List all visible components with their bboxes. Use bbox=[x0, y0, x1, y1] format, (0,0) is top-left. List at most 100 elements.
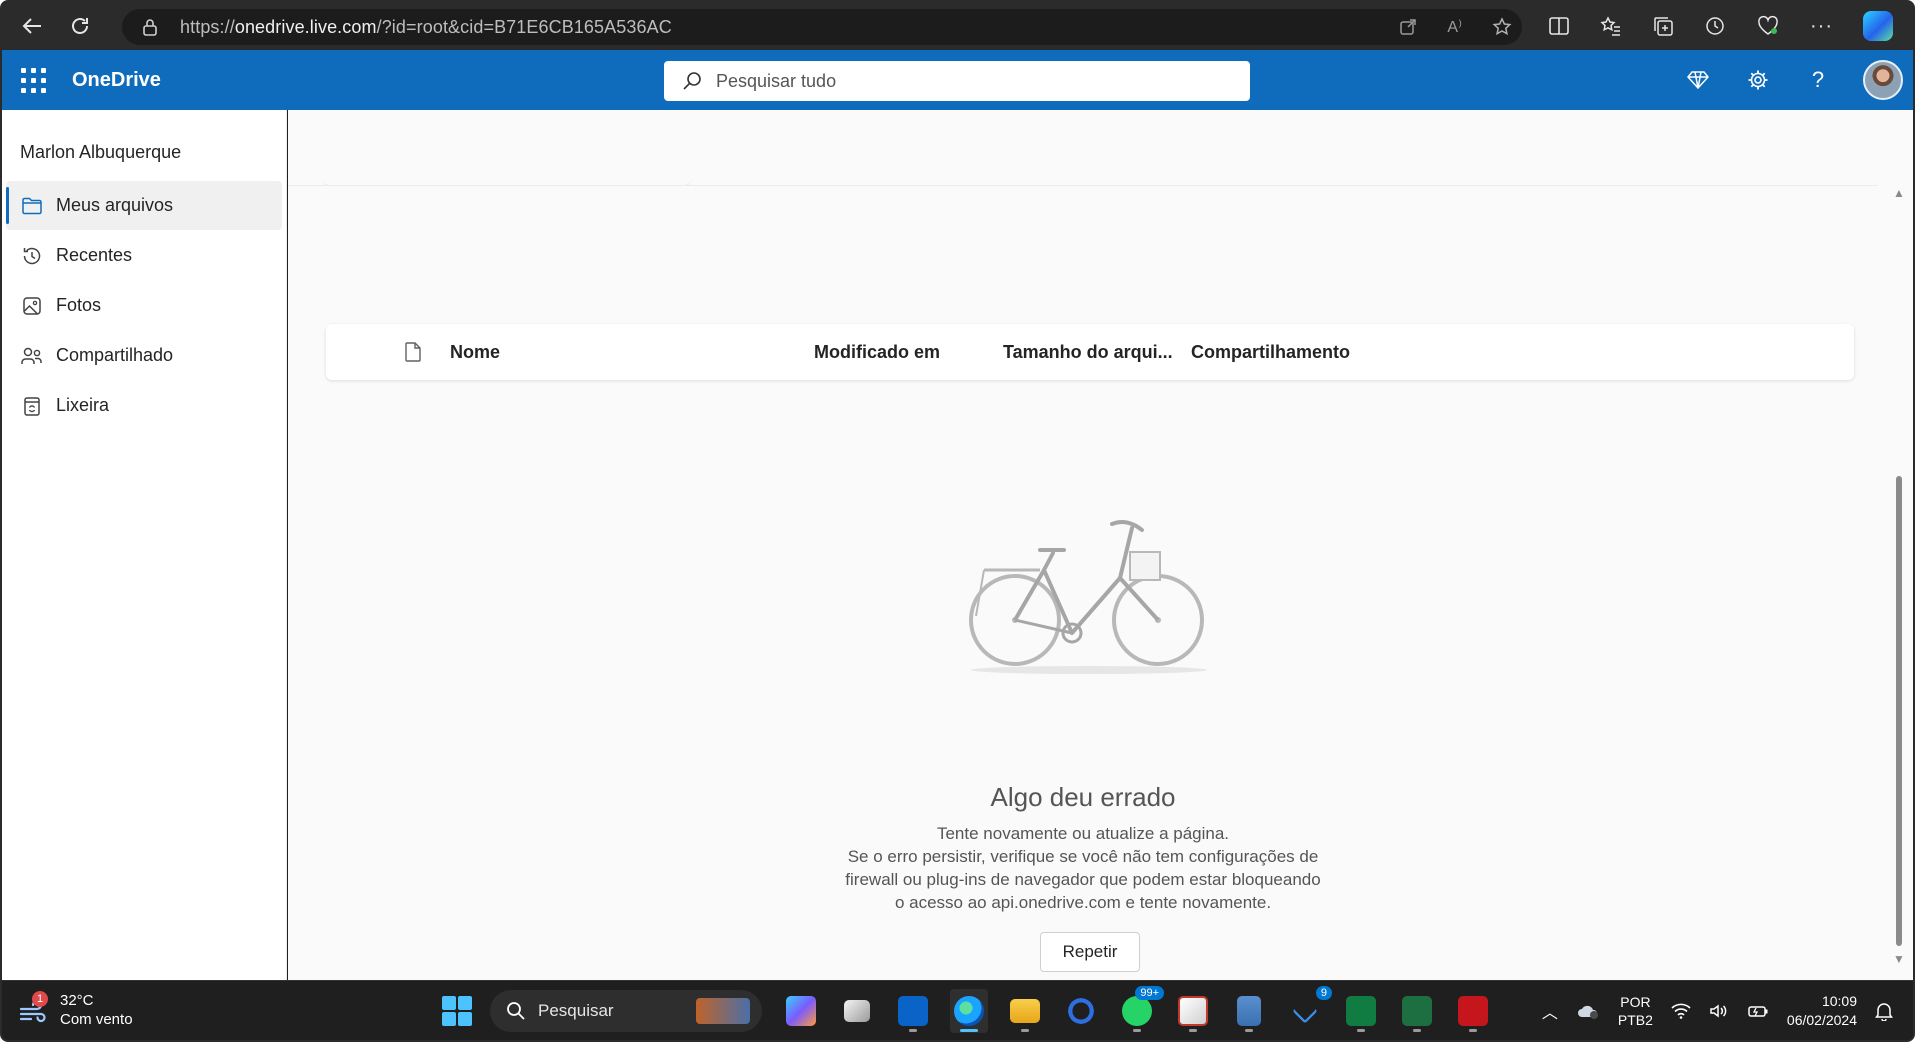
people-icon bbox=[20, 344, 44, 368]
sidebar-item-compartilhado[interactable]: Compartilhado bbox=[6, 331, 282, 380]
app-launcher-icon[interactable] bbox=[18, 65, 48, 95]
clock-time: 10:09 bbox=[1821, 993, 1857, 1009]
error-message: Tente novamente ou atualize a página. Se… bbox=[288, 822, 1878, 914]
onedrive-sync-icon[interactable] bbox=[1576, 1002, 1600, 1020]
scrollbar[interactable]: ▲ ▼ bbox=[1893, 186, 1905, 966]
search-box[interactable] bbox=[664, 61, 1250, 101]
browser-essentials-icon[interactable] bbox=[1756, 15, 1780, 37]
acrobat-app-icon[interactable] bbox=[1454, 989, 1492, 1033]
scroll-up-arrow-icon[interactable]: ▲ bbox=[1893, 186, 1905, 200]
error-line: Se o erro persistir, verifique se você n… bbox=[847, 847, 1319, 866]
url-host: onedrive.live.com bbox=[234, 16, 377, 37]
calculator-app-icon[interactable] bbox=[1230, 989, 1268, 1033]
excel-app-icon[interactable] bbox=[1398, 989, 1436, 1033]
edge-app-icon[interactable] bbox=[950, 989, 988, 1033]
favorites-icon[interactable] bbox=[1600, 15, 1622, 37]
recycle-bin-icon bbox=[20, 394, 44, 418]
error-line: Tente novamente ou atualize a página. bbox=[936, 824, 1230, 843]
sidebar-item-recentes[interactable]: Recentes bbox=[6, 231, 282, 280]
project-app-icon[interactable] bbox=[1342, 989, 1380, 1033]
pinned-apps: 99+ 9 bbox=[782, 986, 1492, 1033]
weather-description: Com vento bbox=[60, 1011, 133, 1028]
history-icon[interactable] bbox=[1704, 15, 1726, 37]
url-scheme: https:// bbox=[180, 16, 235, 37]
main-content: Nome Modificado em Tamanho do arqui... C… bbox=[288, 110, 1913, 980]
battery-icon[interactable] bbox=[1747, 1003, 1769, 1019]
folder-icon bbox=[20, 194, 44, 218]
back-button[interactable] bbox=[8, 6, 56, 46]
collections-icon[interactable] bbox=[1652, 15, 1674, 37]
avatar[interactable] bbox=[1863, 60, 1903, 100]
sidebar-item-label: Recentes bbox=[56, 245, 133, 265]
clock[interactable]: 10:09 06/02/2024 bbox=[1787, 992, 1857, 1030]
error-title: Algo deu errado bbox=[990, 782, 1176, 812]
premium-diamond-icon[interactable] bbox=[1683, 65, 1713, 95]
read-aloud-icon[interactable]: A⁾ bbox=[1447, 17, 1462, 37]
onedrive-brand[interactable]: OneDrive bbox=[72, 69, 161, 92]
lock-icon bbox=[142, 18, 172, 36]
copilot-icon[interactable] bbox=[1863, 11, 1893, 41]
retry-button[interactable]: Repetir bbox=[1040, 932, 1140, 972]
outlook-app-icon[interactable] bbox=[894, 989, 932, 1033]
file-type-icon[interactable] bbox=[404, 324, 422, 380]
sidebar-item-meus-arquivos[interactable]: Meus arquivos bbox=[6, 181, 282, 230]
onedrive-header: OneDrive ? bbox=[2, 50, 1913, 110]
error-line: o acesso ao api.onedrive.com e tente nov… bbox=[894, 893, 1272, 912]
screen: https://onedrive.live.com/?id=root&cid=B… bbox=[0, 0, 1915, 1042]
bicycle-illustration bbox=[969, 520, 1207, 674]
address-bar[interactable]: https://onedrive.live.com/?id=root&cid=B… bbox=[122, 9, 1522, 45]
refresh-icon bbox=[72, 18, 88, 34]
language-code: POR bbox=[1620, 994, 1651, 1010]
taskbar-search-input[interactable] bbox=[538, 1001, 688, 1021]
url-text: https://onedrive.live.com/?id=root&cid=B… bbox=[180, 17, 672, 38]
image-icon bbox=[20, 294, 44, 318]
error-line: firewall ou plug-ins de navegador que po… bbox=[845, 870, 1321, 889]
url-path: /?id=root&cid=B71E6CB165A536AC bbox=[376, 16, 672, 37]
scroll-down-arrow-icon[interactable]: ▼ bbox=[1893, 952, 1905, 966]
divider bbox=[288, 185, 1878, 186]
back-arrow-icon bbox=[22, 18, 41, 34]
show-hidden-icons-chevron-icon[interactable]: ︿ bbox=[1542, 999, 1558, 1023]
sidebar-item-fotos[interactable]: Fotos bbox=[6, 281, 282, 330]
open-in-app-icon[interactable] bbox=[1399, 18, 1417, 36]
sidebar-item-lixeira[interactable]: Lixeira bbox=[6, 381, 282, 430]
settings-gear-icon[interactable] bbox=[1743, 65, 1773, 95]
input-language[interactable]: POR PTB2 bbox=[1618, 993, 1653, 1029]
wifi-icon[interactable] bbox=[1671, 1003, 1691, 1019]
start-button[interactable] bbox=[442, 996, 472, 1026]
browser-toolbar: https://onedrive.live.com/?id=root&cid=B… bbox=[2, 2, 1913, 50]
blue-app-icon[interactable] bbox=[1062, 989, 1100, 1033]
search-highlight-icon bbox=[696, 998, 750, 1024]
volume-icon[interactable] bbox=[1709, 1003, 1729, 1019]
address-tools: A⁾ bbox=[1399, 9, 1512, 45]
file-explorer-icon[interactable] bbox=[1006, 989, 1044, 1033]
refresh-button[interactable] bbox=[56, 6, 104, 46]
help-icon[interactable]: ? bbox=[1803, 65, 1833, 95]
todo-app-icon[interactable]: 9 bbox=[1286, 986, 1332, 1033]
taskbar-search-icon bbox=[507, 1002, 525, 1020]
sidebar-item-label: Lixeira bbox=[56, 395, 110, 415]
search-icon bbox=[683, 72, 701, 90]
search-input[interactable] bbox=[716, 70, 1216, 92]
more-options-icon[interactable]: ··· bbox=[1810, 15, 1833, 38]
notifications-bell-icon[interactable] bbox=[1875, 1001, 1893, 1021]
whatsapp-app-icon[interactable]: 99+ bbox=[1118, 986, 1164, 1033]
weather-temperature: 32°C bbox=[60, 992, 94, 1009]
column-header-name[interactable]: Nome bbox=[450, 324, 500, 380]
weather-alert-badge: 1 bbox=[32, 991, 48, 1007]
sidebar-nav: Meus arquivos Recentes Fotos Compartilha… bbox=[2, 181, 286, 430]
split-screen-icon[interactable] bbox=[1548, 15, 1570, 37]
snipping-tool-icon[interactable] bbox=[1174, 989, 1212, 1033]
column-header-modified[interactable]: Modificado em bbox=[814, 324, 940, 380]
taskbar-search[interactable] bbox=[490, 990, 762, 1032]
column-header-sharing[interactable]: Compartilhamento bbox=[1191, 324, 1350, 380]
sidebar-item-label: Compartilhado bbox=[56, 345, 174, 365]
clock-date: 06/02/2024 bbox=[1786, 1012, 1857, 1028]
weather-widget[interactable]: 1 32°C Com vento bbox=[18, 991, 133, 1029]
task-view-icon[interactable] bbox=[838, 989, 876, 1033]
column-header-size[interactable]: Tamanho do arqui... bbox=[1003, 324, 1173, 380]
favorite-star-icon[interactable] bbox=[1492, 17, 1512, 37]
scroll-thumb[interactable] bbox=[1896, 476, 1902, 946]
whatsapp-badge: 99+ bbox=[1135, 986, 1164, 1000]
copilot-app-icon[interactable] bbox=[782, 989, 820, 1033]
